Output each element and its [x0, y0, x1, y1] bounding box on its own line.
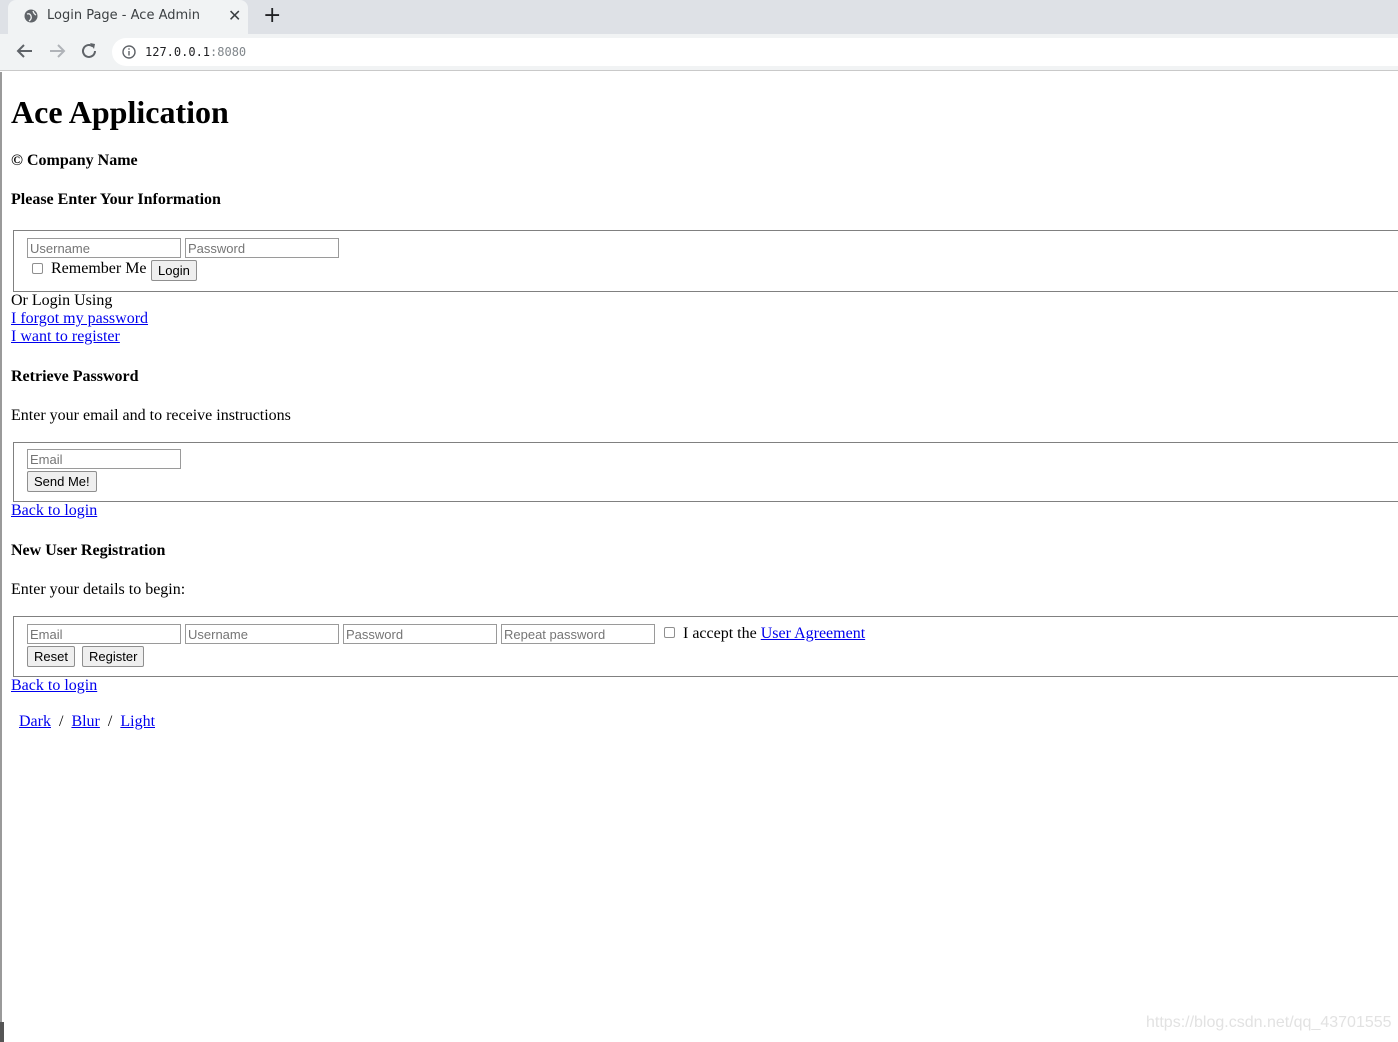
browser-tab-bar: Login Page - Ace Admin ✕ + [0, 0, 1398, 34]
remember-me-checkbox[interactable] [32, 263, 43, 274]
retrieve-instructions: Enter your email and to receive instruct… [11, 407, 291, 424]
register-password-input[interactable] [343, 624, 497, 644]
tab-title: Login Page - Ace Admin [47, 8, 201, 23]
retrieve-form: Send Me! [13, 442, 1398, 502]
back-to-login-link[interactable]: Back to login [11, 502, 97, 519]
password-input[interactable] [185, 238, 339, 258]
username-input[interactable] [27, 238, 181, 258]
registration-heading: New User Registration [11, 542, 166, 559]
theme-blur-link[interactable]: Blur [71, 713, 99, 730]
new-tab-icon[interactable]: + [263, 3, 281, 28]
remember-me-label: Remember Me [51, 260, 147, 277]
browser-tab[interactable]: Login Page - Ace Admin ✕ [8, 0, 248, 34]
theme-light-link[interactable]: Light [120, 713, 155, 730]
retrieve-heading: Retrieve Password [11, 368, 139, 385]
login-button[interactable]: Login [151, 260, 197, 281]
retrieve-email-input[interactable] [27, 449, 181, 469]
globe-icon [24, 9, 38, 23]
info-icon[interactable] [122, 45, 136, 59]
theme-separator: / [58, 713, 64, 730]
login-heading: Please Enter Your Information [11, 191, 221, 208]
reset-button[interactable]: Reset [27, 646, 75, 667]
registration-form: I accept the User Agreement Reset Regist… [13, 616, 1398, 677]
app-title: Ace Application [11, 94, 229, 130]
address-bar[interactable]: 127.0.0.1:8080 [112, 38, 1398, 66]
reload-icon[interactable] [78, 40, 100, 62]
theme-switcher: Dark / Blur / Light [19, 713, 155, 731]
repeat-password-input[interactable] [501, 624, 655, 644]
url-text: 127.0.0.1:8080 [145, 45, 247, 59]
accept-agreement-label: I accept the User Agreement [683, 625, 866, 642]
registration-back-to-login-link[interactable]: Back to login [11, 677, 97, 694]
accept-agreement-checkbox[interactable] [664, 627, 675, 638]
send-me-button[interactable]: Send Me! [27, 471, 97, 492]
registration-instructions: Enter your details to begin: [11, 581, 186, 598]
user-agreement-link[interactable]: User Agreement [761, 625, 865, 642]
browser-toolbar: 127.0.0.1:8080 [0, 34, 1398, 71]
forgot-password-link[interactable]: I forgot my password [11, 310, 148, 327]
watermark-text: https://blog.csdn.net/qq_43701555 [1146, 1014, 1392, 1031]
register-link[interactable]: I want to register [11, 328, 120, 345]
register-email-input[interactable] [27, 624, 181, 644]
theme-dark-link[interactable]: Dark [19, 713, 51, 730]
theme-separator: / [107, 713, 113, 730]
back-arrow-icon[interactable] [14, 40, 36, 62]
window-edge-marker [0, 1022, 4, 1042]
or-login-using: Or Login Using [11, 292, 113, 309]
register-button[interactable]: Register [82, 646, 145, 667]
close-tab-icon[interactable]: ✕ [228, 6, 241, 25]
register-username-input[interactable] [185, 624, 339, 644]
login-form: Remember Me Login [13, 230, 1398, 292]
company-name: © Company Name [11, 152, 138, 169]
forward-arrow-icon[interactable] [46, 40, 68, 62]
window-edge [0, 72, 2, 1042]
